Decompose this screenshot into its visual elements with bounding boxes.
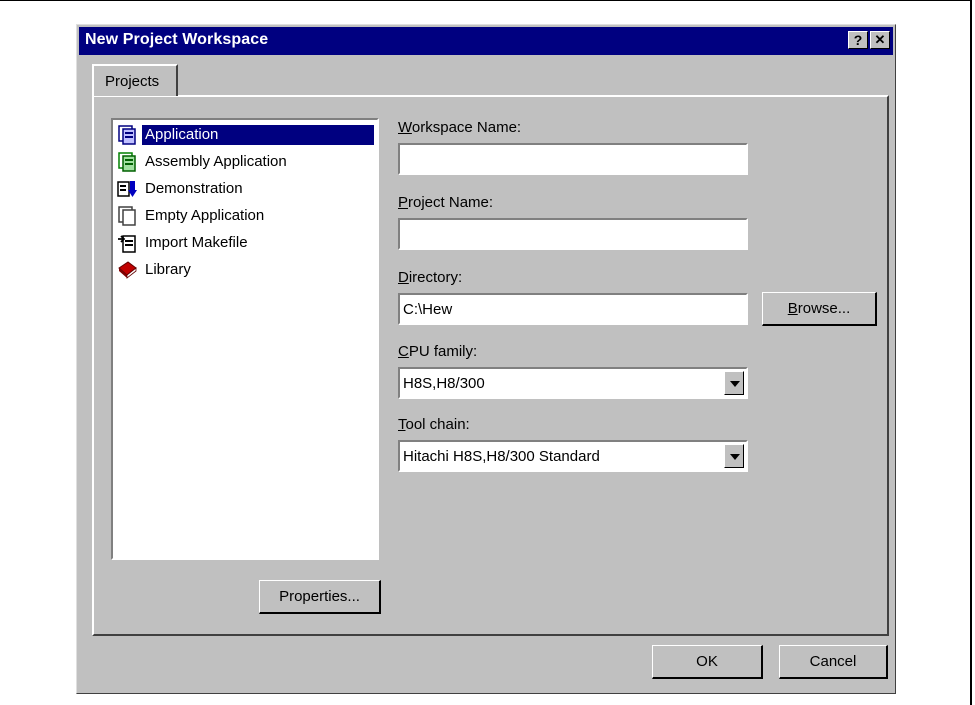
list-item-demonstration[interactable]: Demonstration (116, 177, 376, 201)
directory-value: C:\Hew (403, 301, 453, 318)
tool-chain-select[interactable]: Hitachi H8S,H8/300 Standard (398, 440, 748, 472)
list-item-label: Empty Application (145, 207, 265, 224)
tool-chain-label: Tool chain: (398, 416, 470, 433)
list-item-import-makefile[interactable]: Import Makefile (116, 231, 376, 255)
tab-projects-label: Projects (105, 73, 160, 90)
list-item-application[interactable]: Application (116, 123, 376, 147)
workspace-name-label: Workspace Name: (398, 119, 522, 136)
close-button[interactable]: ✕ (870, 31, 890, 49)
list-item-empty-application[interactable]: Empty Application (116, 204, 376, 228)
project-type-list[interactable]: Application Assembly Application Demonst… (111, 118, 379, 560)
list-item-library[interactable]: Library (116, 258, 376, 282)
workspace-name-input[interactable] (398, 143, 748, 175)
list-item-assembly-application[interactable]: Assembly Application (116, 150, 376, 174)
assembly-application-icon (118, 152, 136, 172)
cpu-family-select[interactable]: H8S,H8/300 (398, 367, 748, 399)
list-item-label: Assembly Application (145, 153, 287, 170)
directory-input[interactable]: C:\Hew (398, 293, 748, 325)
directory-label: Directory: (398, 269, 463, 286)
list-item-label: Library (145, 261, 191, 278)
list-item-label: Import Makefile (145, 234, 248, 251)
library-icon (118, 261, 137, 279)
title-bar: New Project Workspace ? ✕ (79, 27, 893, 55)
chevron-down-icon[interactable] (724, 444, 744, 468)
demonstration-icon (117, 181, 137, 197)
cpu-family-value: H8S,H8/300 (403, 375, 485, 392)
tool-chain-value: Hitachi H8S,H8/300 Standard (403, 448, 600, 465)
chevron-down-icon[interactable] (724, 371, 744, 395)
project-name-label: Project Name: (398, 194, 494, 211)
import-makefile-icon (118, 235, 136, 253)
cpu-family-label: CPU family: (398, 343, 478, 360)
browse-button[interactable]: Browse... (762, 292, 877, 326)
project-name-input[interactable] (398, 218, 748, 250)
empty-application-icon (118, 206, 136, 226)
list-item-label: Application (142, 125, 374, 145)
new-project-workspace-dialog: New Project Workspace ? ✕ Projects Appli… (76, 24, 896, 694)
tab-projects[interactable]: Projects (92, 64, 178, 96)
cancel-button[interactable]: Cancel (779, 645, 888, 679)
help-button[interactable]: ? (848, 31, 868, 49)
list-item-label: Demonstration (145, 180, 243, 197)
dialog-title: New Project Workspace (85, 31, 269, 48)
properties-button[interactable]: Properties... (259, 580, 381, 614)
ok-button[interactable]: OK (652, 645, 763, 679)
application-icon (118, 125, 136, 145)
